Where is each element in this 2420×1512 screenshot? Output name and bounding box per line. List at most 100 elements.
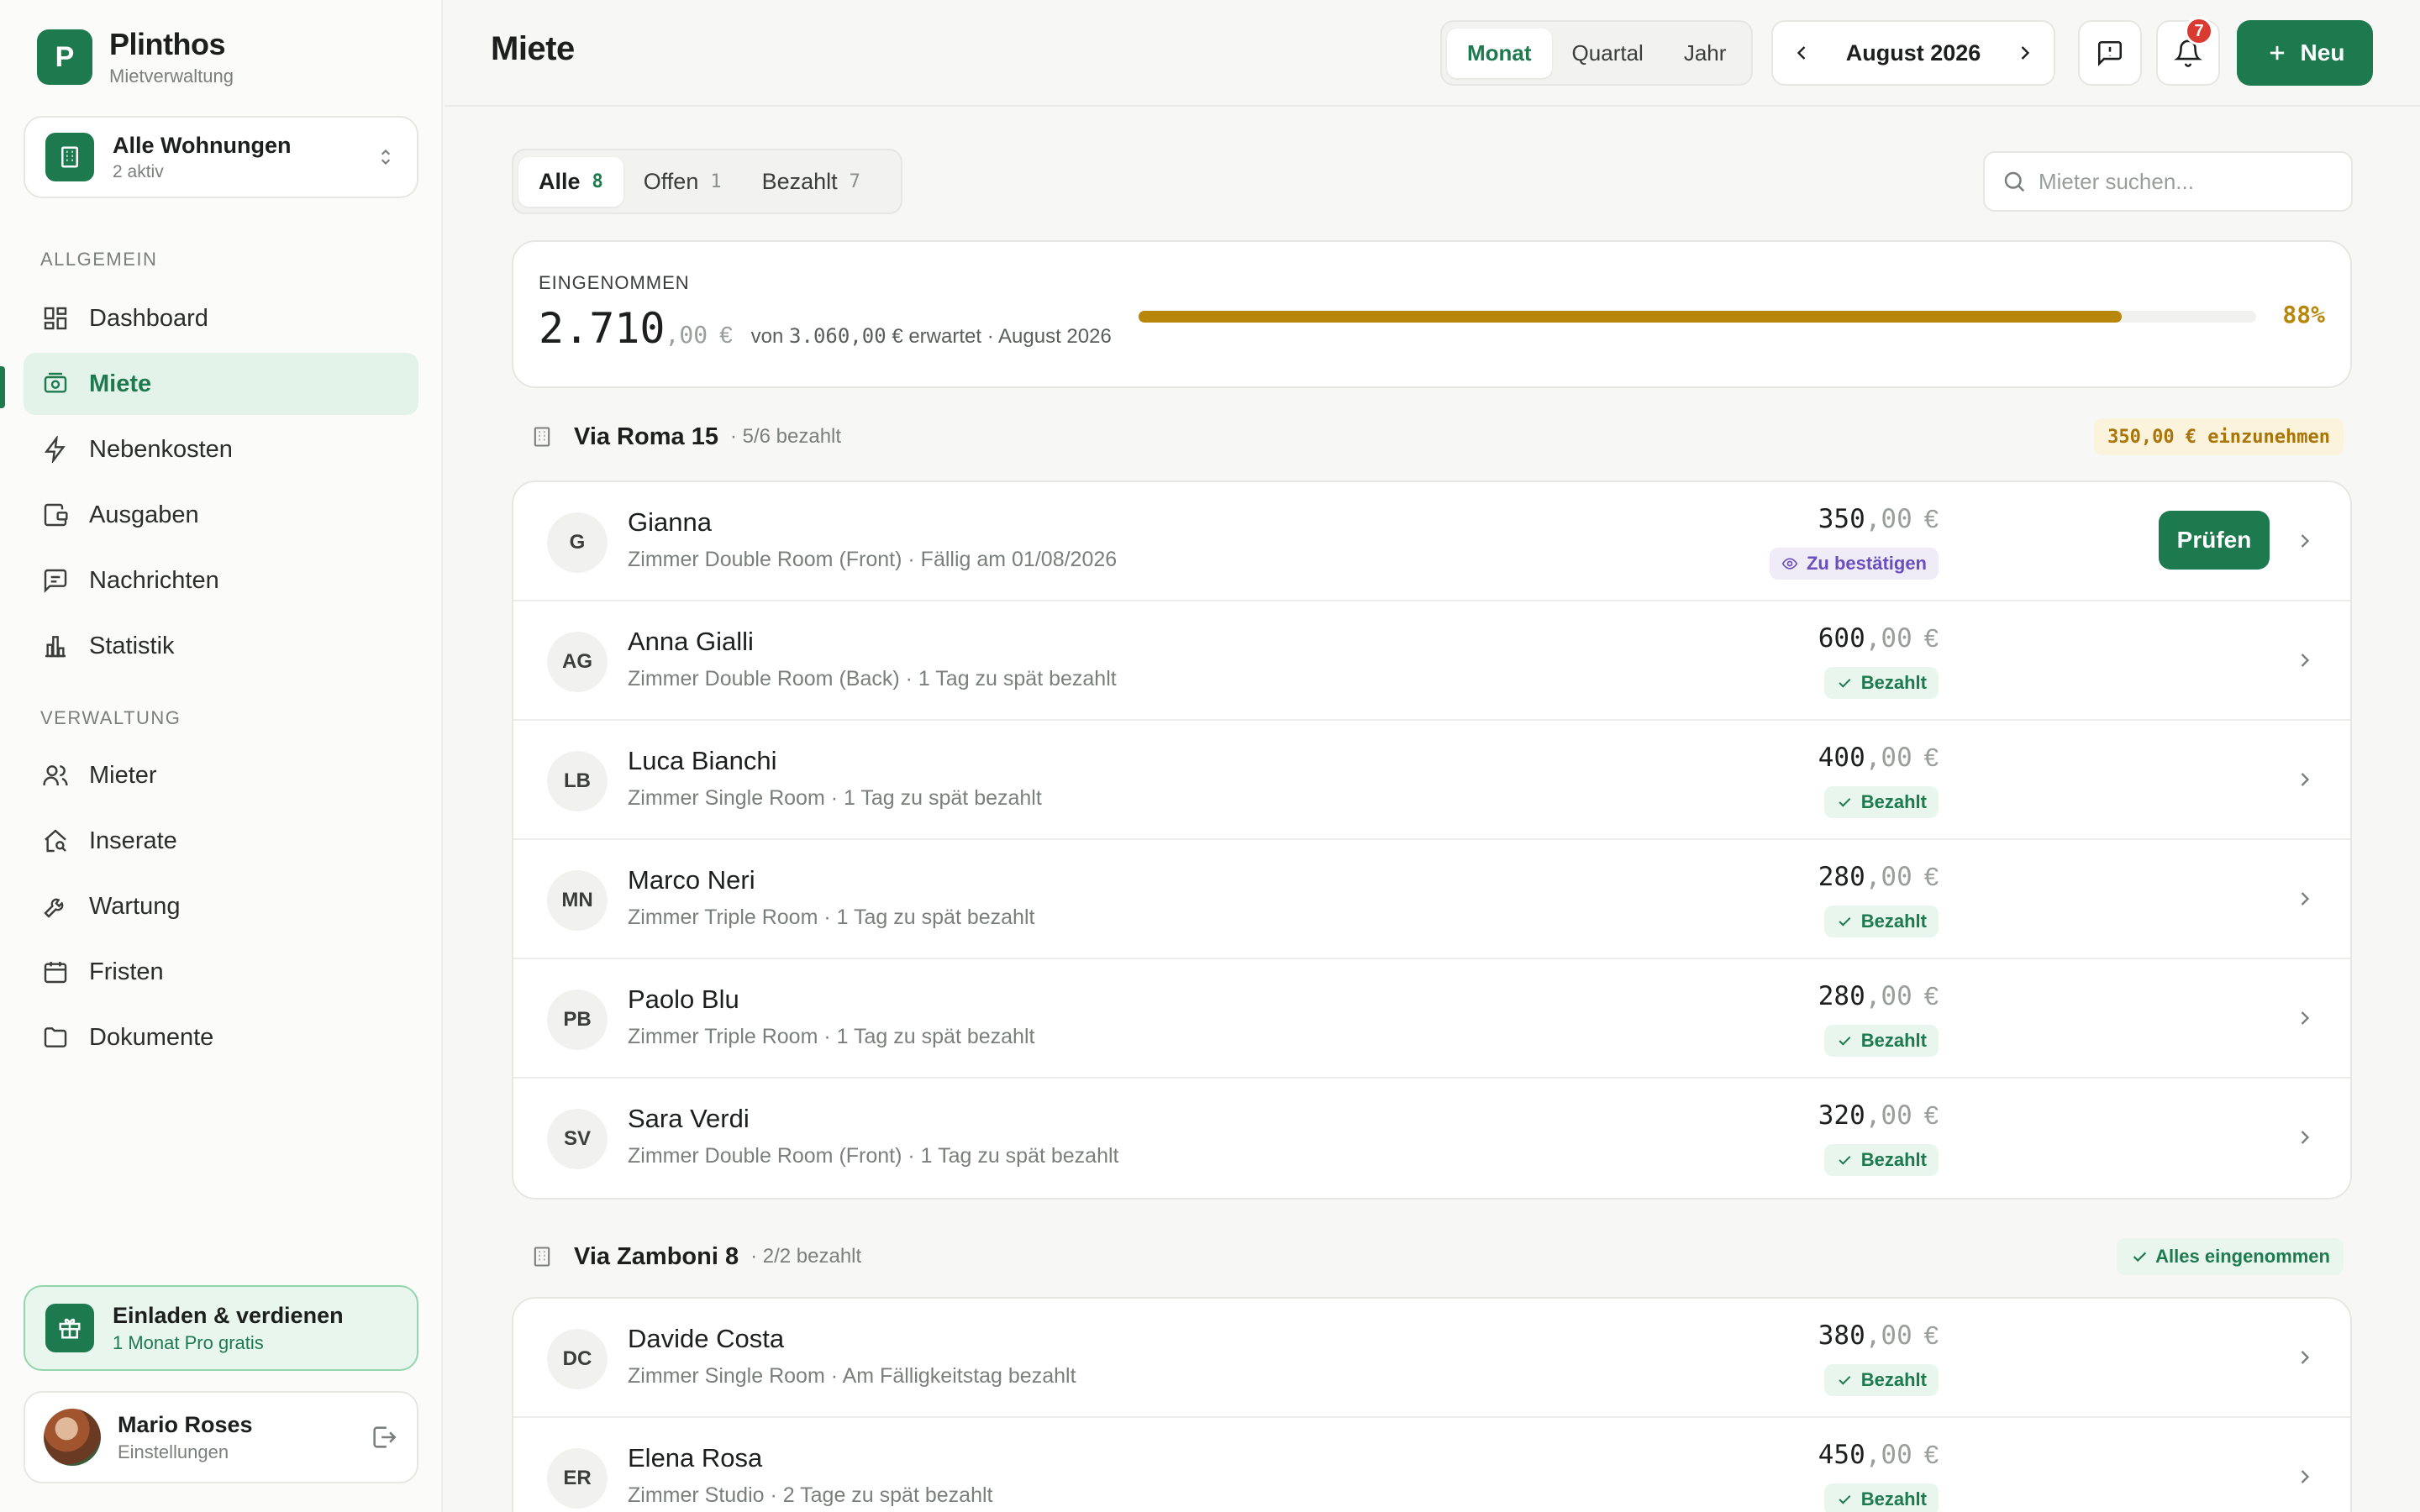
tenant-details: Zimmer Triple Room · 1 Tag zu spät bezah… (628, 906, 1035, 929)
folder-icon (44, 1027, 67, 1047)
nav-item-statistik[interactable]: Statistik (24, 615, 418, 677)
filter-label: Offen (643, 168, 699, 194)
status-badge: Bezahlt (1823, 1364, 1939, 1396)
amount-int: 380 (1818, 1320, 1865, 1351)
table-row[interactable]: PB Paolo Blu Zimmer Triple Room · 1 Tag … (513, 959, 2350, 1079)
nav-item-nebenkosten[interactable]: Nebenkosten (24, 418, 418, 480)
nav-label: Dokumente (89, 1023, 214, 1051)
table-row[interactable]: SV Sara Verdi Zimmer Double Room (Front)… (513, 1079, 2350, 1198)
nav-item-dashboard[interactable]: Dashboard (24, 287, 418, 349)
notification-count-badge: 7 (2185, 17, 2213, 45)
tenant-avatar: MN (547, 870, 608, 931)
chevron-right-icon[interactable] (2293, 529, 2317, 553)
amount-dec: ,00 (1865, 981, 1912, 1011)
grid-icon (44, 307, 67, 330)
user-settings-link[interactable]: Einstellungen (118, 1441, 370, 1463)
chevron-right-icon[interactable] (2293, 648, 2317, 672)
nav-item-dokumente[interactable]: Dokumente (24, 1006, 418, 1068)
brand-name: Plinthos (109, 27, 225, 61)
amount-int: 400 (1818, 743, 1865, 773)
invite-subtitle: 1 Monat Pro gratis (113, 1331, 264, 1353)
amount-int: 350 (1818, 504, 1865, 534)
check-icon (1839, 798, 1851, 807)
tenant-avatar: LB (547, 751, 608, 811)
table-row[interactable]: ER Elena Rosa Zimmer Studio · 2 Tage zu … (513, 1418, 2350, 1512)
status-badge: Bezahlt (1823, 667, 1939, 699)
tenant-details: Zimmer Single Room · Am Fälligkeitstag b… (628, 1364, 1076, 1388)
income-summary: EINGENOMMEN 2.710 ,00 € von 3.060,00 € e… (512, 240, 2352, 388)
notifications-button[interactable]: 7 (2156, 17, 2220, 86)
property-name: Via Roma 15 (574, 423, 718, 450)
rent-amount: 350 ,00 € (1818, 504, 1939, 534)
status-badge: Bezahlt (1823, 1144, 1939, 1176)
wrench-icon (44, 898, 64, 918)
filter-open[interactable]: Offen 1 (623, 157, 742, 207)
tenant-name: Luca Bianchi (628, 746, 777, 775)
plus-icon (2270, 45, 2284, 60)
amount-currency: € (1923, 743, 1939, 772)
user-card[interactable]: Mario Roses Einstellungen (24, 1391, 418, 1483)
feedback-button[interactable] (2078, 20, 2142, 86)
income-progress-percent: 88% (2282, 301, 2325, 328)
filter-all[interactable]: Alle 8 (518, 156, 623, 207)
table-row[interactable]: MN Marco Neri Zimmer Triple Room · 1 Tag… (513, 840, 2350, 959)
property-name: Via Zamboni 8 (574, 1242, 739, 1270)
summary-currency: € (719, 322, 733, 348)
period-month[interactable]: Monat (1447, 28, 1552, 78)
chevron-right-icon[interactable] (2293, 1006, 2317, 1030)
chevron-right-icon[interactable] (2013, 41, 2037, 65)
amount-dec: ,00 (1865, 1320, 1912, 1351)
nav-label: Dashboard (89, 304, 208, 332)
building-icon (534, 427, 550, 447)
invite-card[interactable]: Einladen & verdienen 1 Monat Pro gratis (24, 1285, 418, 1371)
summary-expected-amount: 3.060,00 (789, 324, 886, 348)
status-label: Bezahlt (1860, 1488, 1927, 1509)
chevron-right-icon[interactable] (2293, 1346, 2317, 1369)
period-switcher: Monat Quartal Jahr (1440, 20, 1753, 86)
tenant-details: Zimmer Studio · 2 Tage zu spät bezahlt (628, 1483, 993, 1507)
property-paid-count: · 5/6 bezahlt (729, 425, 842, 448)
tenant-avatar: SV (547, 1109, 608, 1169)
nav-item-nachrichten[interactable]: Nachrichten (24, 549, 418, 612)
period-quarter[interactable]: Quartal (1552, 29, 1664, 78)
review-button[interactable]: Prüfen (2159, 511, 2270, 570)
tenant-name: Marco Neri (628, 865, 755, 895)
amount-dec: ,00 (1865, 623, 1912, 654)
rent-amount: 600 ,00 € (1818, 623, 1939, 654)
amount-dec: ,00 (1865, 743, 1912, 773)
chevron-right-icon[interactable] (2293, 768, 2317, 791)
chevron-right-icon[interactable] (2293, 887, 2317, 911)
nav-label: Ausgaben (89, 501, 199, 528)
chevron-left-icon[interactable] (1790, 41, 1813, 65)
search-input[interactable] (2039, 168, 2333, 195)
amount-int: 600 (1818, 623, 1865, 654)
tenant-avatar: G (547, 512, 608, 573)
table-row[interactable]: AG Anna Gialli Zimmer Double Room (Back)… (513, 601, 2350, 721)
property-selector-title: Alle Wohnungen (113, 132, 292, 158)
table-row[interactable]: G Gianna Zimmer Double Room (Front) · Fä… (513, 482, 2350, 601)
amount-currency: € (1923, 981, 1939, 1011)
nav-item-fristen[interactable]: Fristen (24, 941, 418, 1003)
chevron-right-icon[interactable] (2293, 1126, 2317, 1149)
period-year[interactable]: Jahr (1664, 29, 1747, 78)
amount-currency: € (1923, 1100, 1939, 1130)
chevron-right-icon[interactable] (2293, 1465, 2317, 1488)
logout-icon[interactable] (370, 1423, 398, 1452)
nav-item-inserate[interactable]: Inserate (24, 810, 418, 872)
house-search-icon (45, 829, 66, 853)
table-row[interactable]: LB Luca Bianchi Zimmer Single Room · 1 T… (513, 721, 2350, 840)
new-button[interactable]: Neu (2237, 20, 2373, 86)
amount-dec: ,00 (1865, 1100, 1912, 1131)
filter-paid[interactable]: Bezahlt 7 (742, 157, 881, 207)
property-paid-count: · 2/2 bezahlt (750, 1245, 862, 1268)
table-row[interactable]: DC Davide Costa Zimmer Single Room · Am … (513, 1299, 2350, 1418)
amount-int: 450 (1818, 1440, 1865, 1470)
property-selector[interactable]: Alle Wohnungen 2 aktiv (24, 116, 418, 198)
nav-item-miete[interactable]: Miete (24, 353, 418, 415)
nav-item-wartung[interactable]: Wartung (24, 875, 418, 937)
property-group-header: Via Roma 15 · 5/6 bezahlt 350,00 € einzu… (512, 417, 2352, 457)
outstanding-tag: 350,00 € einzunehmen (2094, 418, 2344, 455)
nav-item-mieter[interactable]: Mieter (24, 744, 418, 806)
nav-item-ausgaben[interactable]: Ausgaben (24, 484, 418, 546)
tenant-avatar: AG (547, 632, 608, 692)
